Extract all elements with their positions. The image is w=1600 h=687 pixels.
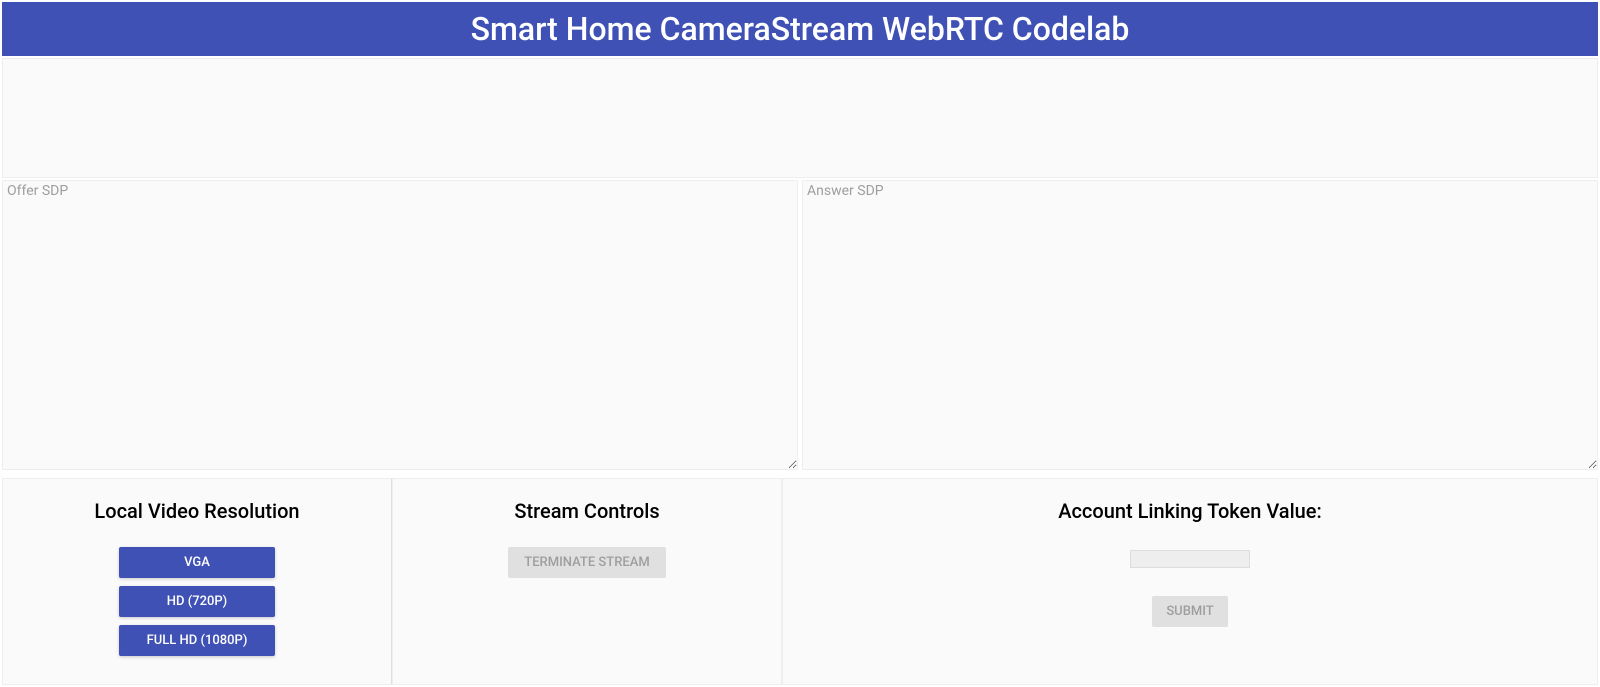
stream-controls-title: Stream Controls: [403, 499, 771, 523]
answer-sdp-textarea[interactable]: [802, 180, 1598, 470]
resolution-title: Local Video Resolution: [13, 499, 381, 523]
video-preview-area: [2, 58, 1598, 178]
page-title: Smart Home CameraStream WebRTC Codelab: [471, 10, 1130, 48]
answer-sdp-column: [802, 180, 1598, 474]
terminate-stream-button[interactable]: TERMINATE STREAM: [508, 547, 665, 578]
token-panel: Account Linking Token Value: SUBMIT: [782, 478, 1598, 685]
vga-button[interactable]: VGA: [119, 547, 275, 578]
sdp-row: [2, 180, 1598, 474]
resolution-panel: Local Video Resolution VGA HD (720P) FUL…: [2, 478, 392, 685]
offer-sdp-column: [2, 180, 798, 474]
controls-row: Local Video Resolution VGA HD (720P) FUL…: [2, 478, 1598, 685]
submit-button[interactable]: SUBMIT: [1152, 596, 1227, 627]
stream-controls-panel: Stream Controls TERMINATE STREAM: [392, 478, 782, 685]
token-title: Account Linking Token Value:: [793, 499, 1587, 523]
hd-button[interactable]: HD (720P): [119, 586, 275, 617]
token-input[interactable]: [1130, 550, 1250, 568]
offer-sdp-textarea[interactable]: [2, 180, 798, 470]
fullhd-button[interactable]: FULL HD (1080P): [119, 625, 275, 656]
page-header: Smart Home CameraStream WebRTC Codelab: [2, 2, 1598, 56]
